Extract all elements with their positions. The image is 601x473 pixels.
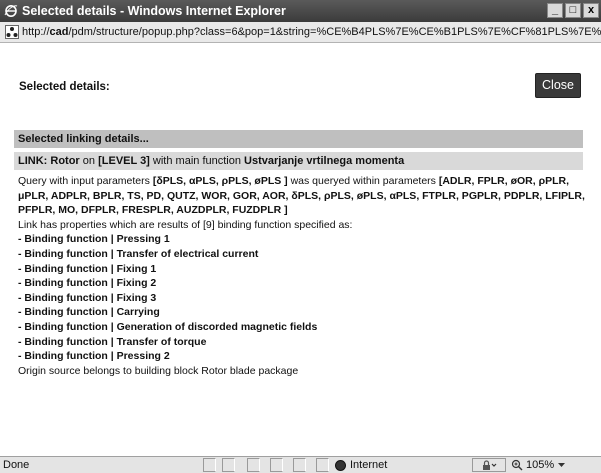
status-segment bbox=[316, 458, 329, 472]
binding-function-item: - Binding function | Transfer of torque bbox=[18, 335, 207, 348]
binding-function-item: - Binding function | Fixing 1 bbox=[18, 262, 157, 275]
close-window-button[interactable]: x bbox=[583, 3, 599, 18]
status-bar: Done Internet 105% bbox=[0, 456, 601, 473]
status-segment bbox=[270, 458, 283, 472]
link-summary: LINK: Rotor on [LEVEL 3] with main funct… bbox=[14, 152, 583, 170]
close-button[interactable]: Close bbox=[535, 73, 581, 98]
query-params-line: PFPLR, MO, DFPLR, FRESPLR, AUZDPLR, FUZD… bbox=[18, 204, 288, 217]
chevron-down-icon bbox=[558, 463, 566, 467]
window-title-bar[interactable]: Selected details - Windows Internet Expl… bbox=[0, 0, 601, 22]
status-segment bbox=[247, 458, 260, 472]
page-content: Selected details: Selected linking detai… bbox=[0, 44, 601, 456]
zoom-control[interactable]: 105% bbox=[511, 458, 597, 472]
origin-source-line: Origin source belongs to building block … bbox=[18, 364, 299, 377]
binding-function-item: - Binding function | Transfer of electri… bbox=[18, 247, 259, 260]
address-url[interactable]: http://cad/pdm/structure/popup.php?class… bbox=[22, 26, 601, 38]
binding-function-item: - Binding function | Generation of disco… bbox=[18, 320, 318, 333]
status-segment bbox=[293, 458, 306, 472]
query-params-line: μPLR, ADPLR, BPLR, TS, PD, QUTZ, WOR, GO… bbox=[18, 189, 585, 202]
linking-details-panel: Selected linking details... LINK: Rotor … bbox=[14, 130, 585, 378]
status-text: Done bbox=[3, 459, 30, 471]
link-properties-line: Link has properties which are results of… bbox=[18, 218, 353, 231]
security-zone[interactable]: Internet bbox=[335, 458, 455, 472]
protected-mode-button[interactable] bbox=[472, 458, 506, 472]
section-title: Selected linking details... bbox=[14, 130, 583, 148]
binding-function-item: - Binding function | Pressing 1 bbox=[18, 233, 170, 246]
details-body: Query with input parameters [δPLS, αPLS,… bbox=[14, 170, 585, 378]
minimize-button[interactable]: _ bbox=[547, 3, 563, 18]
zone-label: Internet bbox=[350, 459, 388, 471]
lock-icon bbox=[483, 459, 497, 470]
address-bar[interactable]: http://cad/pdm/structure/popup.php?class… bbox=[0, 22, 601, 43]
binding-function-item: - Binding function | Fixing 3 bbox=[18, 291, 157, 304]
zoom-level: 105% bbox=[526, 459, 555, 471]
window-title: Selected details - Windows Internet Expl… bbox=[22, 4, 286, 18]
binding-function-item: - Binding function | Carrying bbox=[18, 306, 160, 319]
query-line: Query with input parameters [δPLS, αPLS,… bbox=[18, 175, 569, 187]
status-segment bbox=[203, 458, 216, 472]
magnifier-icon bbox=[511, 459, 523, 471]
internet-explorer-icon bbox=[3, 3, 19, 19]
status-segment bbox=[222, 458, 235, 472]
maximize-button[interactable]: □ bbox=[565, 3, 581, 18]
globe-icon bbox=[335, 459, 346, 471]
binding-function-item: - Binding function | Pressing 2 bbox=[18, 350, 170, 363]
binding-function-item: - Binding function | Fixing 2 bbox=[18, 277, 157, 290]
page-icon bbox=[5, 25, 19, 39]
page-heading: Selected details: bbox=[19, 81, 110, 93]
